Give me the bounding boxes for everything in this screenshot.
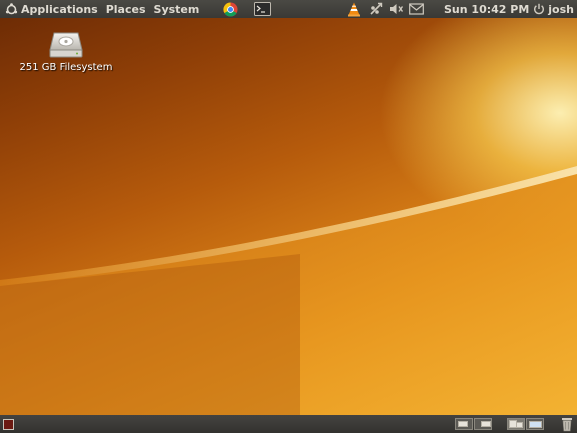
- menu-applications[interactable]: Applications: [18, 3, 102, 16]
- workspace-1[interactable]: [455, 418, 473, 430]
- workspace-2[interactable]: [474, 418, 492, 430]
- terminal-launcher[interactable]: [253, 1, 271, 17]
- menu-places[interactable]: Places: [102, 3, 150, 16]
- network-icon[interactable]: [368, 1, 384, 17]
- workspace-3[interactable]: [507, 418, 525, 430]
- volume-icon[interactable]: [388, 1, 404, 17]
- show-desktop-button[interactable]: [3, 418, 14, 430]
- chrome-icon: [223, 1, 238, 17]
- menu-system[interactable]: System: [150, 3, 204, 16]
- wallpaper-wave: [0, 166, 577, 415]
- ubuntu-logo-icon[interactable]: [4, 2, 18, 16]
- user-menu[interactable]: josh: [533, 3, 577, 16]
- trash-icon[interactable]: [559, 416, 575, 432]
- user-name: josh: [548, 2, 574, 16]
- power-icon: [534, 3, 545, 15]
- clock[interactable]: Sun 10:42 PM: [440, 3, 533, 16]
- drive-icon: [49, 32, 83, 58]
- chrome-launcher[interactable]: [221, 1, 239, 17]
- top-panel: Applications Places System Sun 10:42 PM …: [0, 0, 577, 18]
- workspace-4[interactable]: [526, 418, 544, 430]
- mail-icon[interactable]: [408, 1, 424, 17]
- bottom-panel: [0, 415, 577, 433]
- desktop-icon-filesystem[interactable]: 251 GB Filesystem: [18, 30, 114, 73]
- desktop-icon-label: 251 GB Filesystem: [19, 62, 113, 73]
- terminal-icon: [253, 2, 271, 16]
- desktop-background[interactable]: [0, 18, 577, 415]
- vlc-icon[interactable]: [346, 1, 362, 17]
